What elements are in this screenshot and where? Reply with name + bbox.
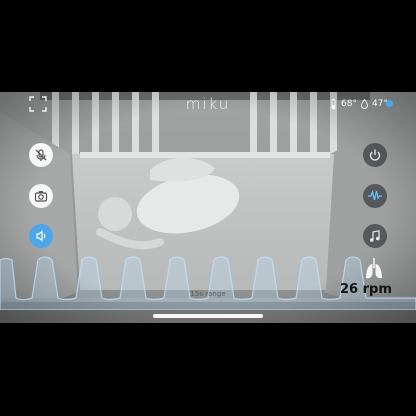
snapshot-button[interactable] <box>29 184 53 208</box>
breathing-waveform-icon <box>368 189 382 201</box>
breathing-waveform-chart <box>0 256 416 310</box>
home-indicator[interactable] <box>153 314 263 318</box>
letterbox-top <box>0 0 416 92</box>
speaker-button[interactable] <box>29 224 53 248</box>
environment-status: 68° 47° <box>330 97 388 111</box>
mic-muted-icon <box>35 149 47 161</box>
music-button[interactable] <box>363 224 387 248</box>
temperature-value: 68° <box>341 99 357 109</box>
breathing-monitor-button[interactable] <box>363 184 387 208</box>
letterbox-bottom <box>0 323 416 416</box>
breathing-rate: 26 rpm <box>340 282 392 297</box>
lungs-icon <box>366 258 382 279</box>
thermometer-icon <box>331 98 336 109</box>
mute-microphone-button[interactable] <box>29 143 53 167</box>
fullscreen-icon <box>29 96 47 112</box>
music-note-icon <box>370 230 380 242</box>
breathing-range-label: 15s range <box>190 290 226 298</box>
humidity-icon <box>360 99 368 109</box>
brand-logo: miku <box>185 95 231 113</box>
fullscreen-button[interactable] <box>29 96 47 112</box>
power-icon <box>369 149 381 161</box>
live-indicator <box>386 100 393 107</box>
power-button[interactable] <box>363 143 387 167</box>
speaker-icon <box>36 230 46 242</box>
camera-icon <box>34 191 48 202</box>
